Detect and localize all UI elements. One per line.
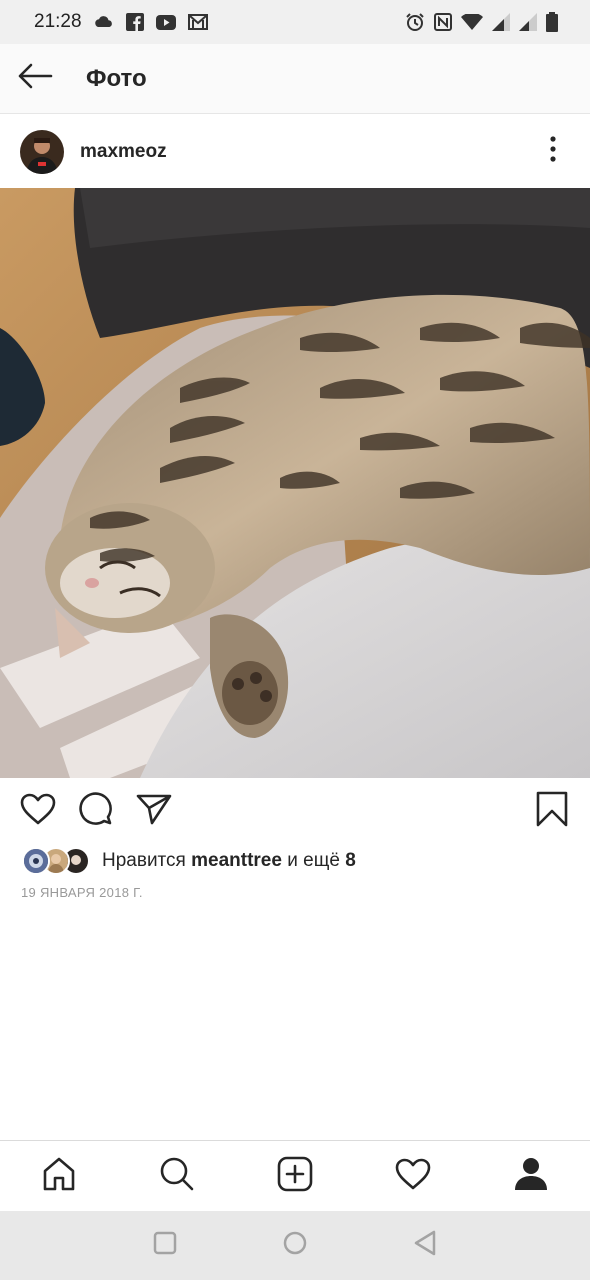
youtube-icon <box>155 14 176 30</box>
more-options-button[interactable] <box>528 127 578 177</box>
bookmark-icon <box>536 791 568 832</box>
alarm-icon <box>405 12 425 32</box>
nav-activity[interactable] <box>383 1146 443 1206</box>
nav-search[interactable] <box>147 1146 207 1206</box>
likes-count[interactable]: 8 <box>345 850 356 871</box>
cat-photo-illustration <box>0 188 590 778</box>
home-circle-icon <box>282 1230 308 1261</box>
save-button[interactable] <box>528 787 576 835</box>
post-actions <box>0 778 590 844</box>
activity-heart-icon <box>395 1158 431 1195</box>
system-nav-bar <box>0 1211 590 1280</box>
add-icon <box>277 1156 313 1197</box>
home-icon <box>41 1156 77 1197</box>
back-triangle-icon <box>413 1230 437 1261</box>
cloud-icon <box>94 15 114 29</box>
status-time: 21:28 <box>34 11 82 32</box>
back-button[interactable] <box>0 44 70 114</box>
signal-icon <box>519 13 537 31</box>
arrow-left-icon <box>17 63 53 94</box>
wifi-icon <box>461 14 483 30</box>
status-left: 21:28 <box>34 11 208 33</box>
search-icon <box>159 1156 195 1197</box>
system-home-button[interactable] <box>275 1226 315 1266</box>
liker-avatar <box>22 847 50 875</box>
share-button[interactable] <box>130 787 178 835</box>
post-photo[interactable] <box>0 188 590 778</box>
post-username[interactable]: maxmeoz <box>80 141 167 163</box>
nfc-icon <box>434 13 452 31</box>
liker-username[interactable]: meanttree <box>191 850 282 871</box>
status-bar: 21:28 <box>0 0 590 44</box>
comment-button[interactable] <box>72 787 120 835</box>
nav-home[interactable] <box>29 1146 89 1206</box>
likes-middle: и ещё <box>287 850 340 871</box>
post-date: 19 ЯНВАРЯ 2018 Г. <box>21 885 143 900</box>
gmail-icon <box>187 14 208 30</box>
likes-row[interactable]: Нравится meanttree и ещё 8 <box>22 846 356 876</box>
battery-icon <box>546 12 558 32</box>
heart-icon <box>20 793 56 830</box>
profile-icon <box>513 1156 549 1197</box>
post-header: maxmeoz <box>0 115 590 188</box>
likes-prefix: Нравится <box>102 850 186 871</box>
send-icon <box>136 793 172 830</box>
comment-icon <box>79 791 113 831</box>
app-header: Фото <box>0 44 590 114</box>
status-right <box>405 12 558 32</box>
like-button[interactable] <box>14 787 62 835</box>
likes-text: Нравится meanttree и ещё 8 <box>102 850 356 872</box>
recents-button[interactable] <box>145 1226 185 1266</box>
facebook-icon <box>125 13 144 31</box>
page-title: Фото <box>86 64 147 92</box>
nav-profile[interactable] <box>501 1146 561 1206</box>
more-vertical-icon <box>549 136 557 167</box>
liker-avatars <box>22 847 92 875</box>
nav-add[interactable] <box>265 1146 325 1206</box>
system-back-button[interactable] <box>405 1226 445 1266</box>
recents-icon <box>153 1231 177 1260</box>
avatar[interactable] <box>20 129 64 174</box>
bottom-nav <box>0 1140 590 1211</box>
signal-icon <box>492 13 510 31</box>
